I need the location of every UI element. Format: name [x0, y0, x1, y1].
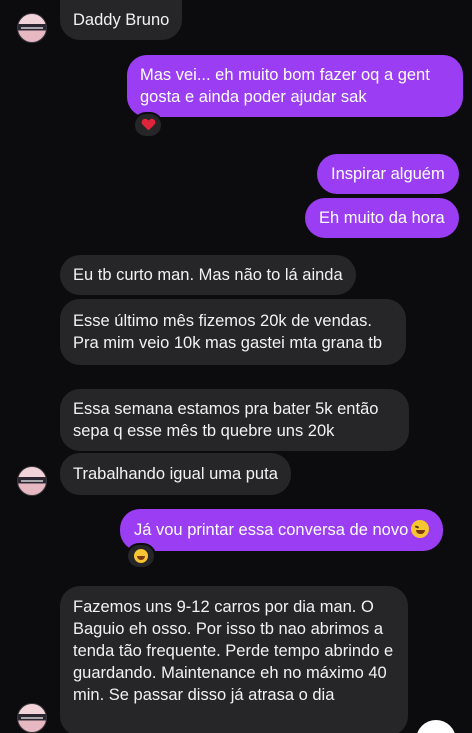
message-bubble-incoming[interactable]: Fazemos uns 9-12 carros por dia man. O B…	[60, 586, 408, 733]
message-bubble-incoming[interactable]: Esse último mês fizemos 20k de vendas. P…	[60, 299, 406, 365]
message-bubble-incoming[interactable]: Trabalhando igual uma puta	[60, 453, 291, 495]
message-text: Esse último mês fizemos 20k de vendas. P…	[73, 312, 383, 352]
message-text: Eh muito da hora	[319, 209, 445, 227]
contact-avatar[interactable]	[17, 703, 47, 733]
scroll-button[interactable]	[416, 720, 456, 733]
rofl-emoji-icon	[411, 520, 430, 538]
message-bubble-incoming[interactable]: Eu tb curto man. Mas não to lá ainda	[60, 255, 356, 295]
message-reaction[interactable]	[133, 112, 163, 138]
message-bubble-incoming[interactable]: Essa semana estamos pra bater 5k então s…	[60, 389, 409, 451]
message-text: Já vou printar essa conversa de novo	[134, 521, 409, 539]
chat-thread: Daddy Bruno Mas vei... eh muito bom faze…	[0, 0, 472, 733]
message-bubble-outgoing[interactable]: Eh muito da hora	[305, 198, 459, 238]
message-reaction[interactable]	[126, 543, 156, 569]
contact-avatar[interactable]	[17, 466, 47, 496]
laughing-emoji-icon	[134, 549, 148, 563]
message-text: Mas vei... eh muito bom fazer oq a gent …	[140, 66, 430, 106]
message-text: Daddy Bruno	[73, 11, 170, 29]
message-bubble-outgoing[interactable]: Já vou printar essa conversa de novo	[120, 509, 444, 551]
message-text: Fazemos uns 9-12 carros por dia man. O B…	[73, 598, 394, 704]
message-text: Essa semana estamos pra bater 5k então s…	[73, 400, 379, 440]
message-bubble-incoming[interactable]: Daddy Bruno	[60, 0, 183, 40]
message-text: Trabalhando igual uma puta	[73, 465, 278, 483]
contact-avatar[interactable]	[17, 13, 47, 43]
message-text: Inspirar alguém	[331, 165, 445, 183]
heart-icon	[142, 119, 155, 131]
message-text: Eu tb curto man. Mas não to lá ainda	[73, 266, 343, 284]
message-bubble-outgoing[interactable]: Mas vei... eh muito bom fazer oq a gent …	[127, 55, 463, 117]
message-bubble-outgoing[interactable]: Inspirar alguém	[317, 154, 459, 194]
